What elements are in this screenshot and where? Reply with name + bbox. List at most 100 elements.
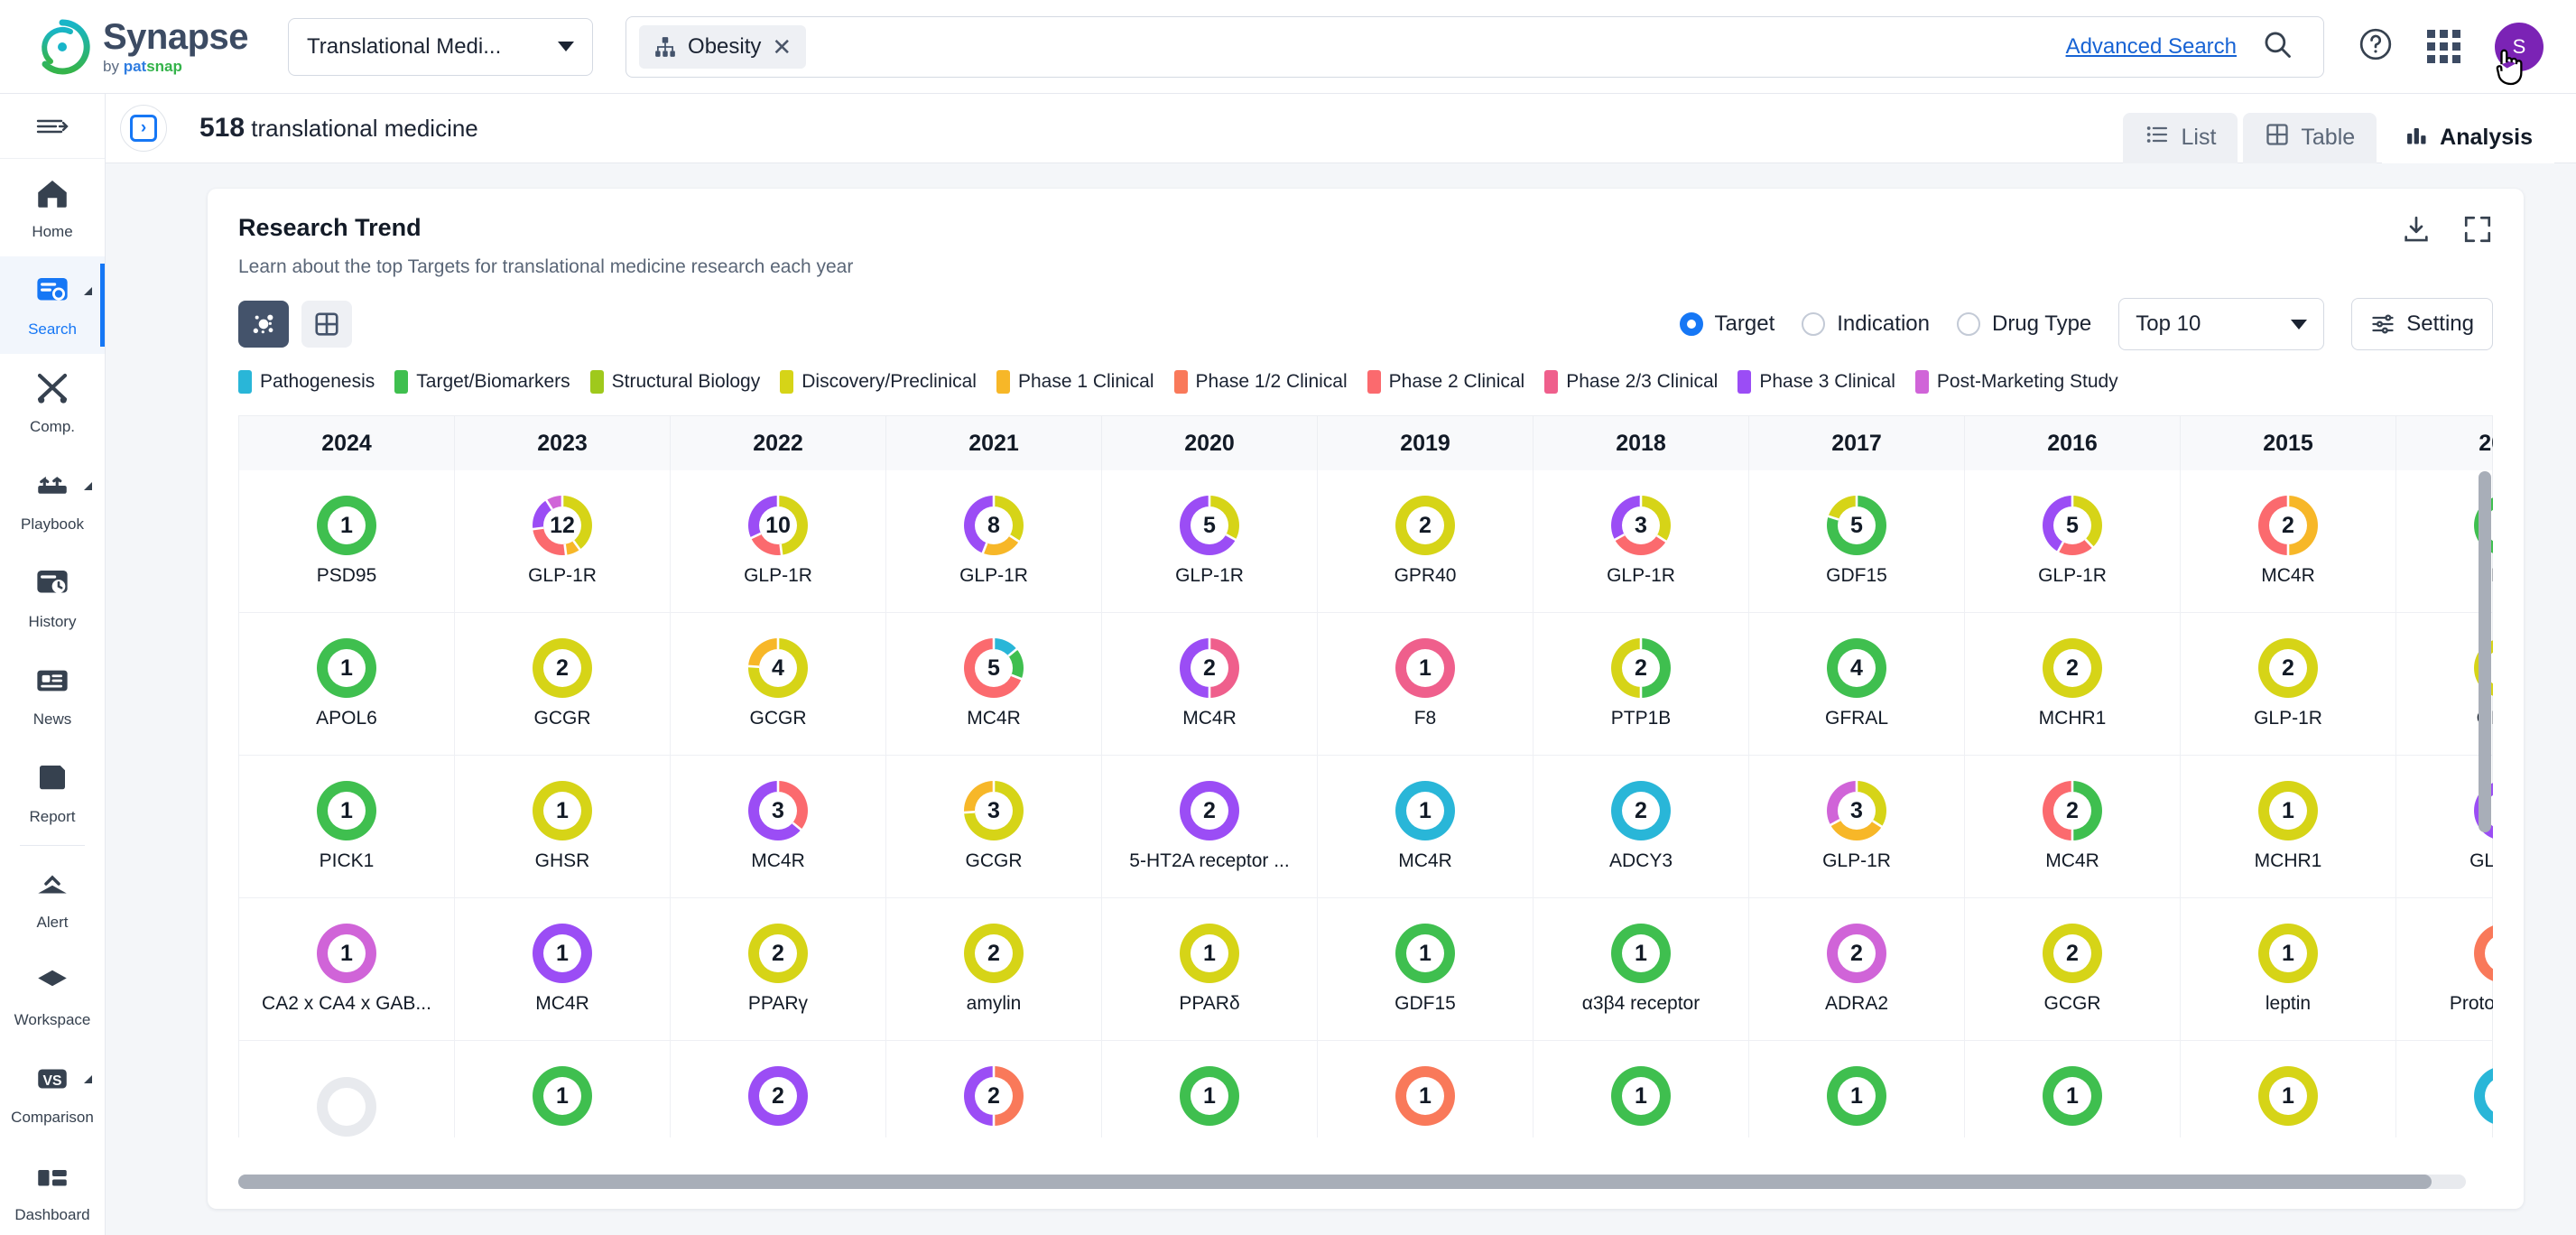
radio-indication[interactable]: Indication xyxy=(1802,311,1930,337)
apps-grid-icon[interactable] xyxy=(2427,30,2460,63)
grid-cell[interactable]: 5 MC4R xyxy=(886,613,1102,755)
legend-item-phase-3-clinical[interactable]: Phase 3 Clinical xyxy=(1737,370,1895,394)
grid-cell[interactable]: 2 amylin xyxy=(886,898,1102,1040)
legend-item-phase-2-3-clinical[interactable]: Phase 2/3 Clinical xyxy=(1544,370,1718,394)
grid-cell[interactable]: 2 OXTR xyxy=(886,1041,1102,1138)
grid-cell[interactable]: 1 APOL6 xyxy=(239,613,455,755)
tab-analysis[interactable]: Analysis xyxy=(2382,112,2554,163)
legend-item-discovery-preclinical[interactable]: Discovery/Preclinical xyxy=(780,370,977,394)
grid-cell[interactable]: 2 MC4R xyxy=(2181,470,2396,612)
radio-target[interactable]: Target xyxy=(1679,311,1774,337)
search-chip-obesity[interactable]: Obesity ✕ xyxy=(639,24,807,69)
grid-cell[interactable]: 5 GLP-1R xyxy=(1965,470,2181,612)
legend-item-target-biomarkers[interactable]: Target/Biomarkers xyxy=(394,370,570,394)
sidebar-item-comparison[interactable]: VS Comparison xyxy=(0,1045,105,1142)
legend-item-post-marketing-study[interactable]: Post-Marketing Study xyxy=(1914,370,2118,394)
grid-cell[interactable]: 2 MCHR1 xyxy=(1965,613,2181,755)
legend-item-pathogenesis[interactable]: Pathogenesis xyxy=(238,370,375,394)
tab-list[interactable]: List xyxy=(2123,112,2238,163)
grid-cell[interactable]: 1 amylase xyxy=(2396,1041,2493,1138)
grid-cell[interactable]: 2 MC4R xyxy=(1102,613,1318,755)
grid-cell[interactable]: 2 GIPR x GLP-1R xyxy=(671,1041,886,1138)
grid-cell[interactable]: 2 GCGR xyxy=(455,613,671,755)
sidebar-item-search[interactable]: Search xyxy=(0,256,105,354)
grid-cell[interactable]: 1 GDF15 xyxy=(455,1041,671,1138)
grid-cell[interactable]: 1 GHSR xyxy=(455,756,671,897)
grid-cell[interactable]: 8 GLP-1R xyxy=(886,470,1102,612)
grid-cell[interactable]: 2 ADCY3 xyxy=(1534,756,1749,897)
legend-item-structural-biology[interactable]: Structural Biology xyxy=(589,370,760,394)
grid-cell[interactable]: 1 PSD95 xyxy=(239,470,455,612)
legend-item-phase-2-clinical[interactable]: Phase 2 Clinical xyxy=(1367,370,1524,394)
grid-cell[interactable]: 2 GCGR xyxy=(1965,898,2181,1040)
sidebar-item-home[interactable]: Home xyxy=(0,159,105,256)
horizontal-scrollbar[interactable] xyxy=(238,1175,2466,1189)
grid-cell[interactable]: 1 MCHR1 xyxy=(2181,756,2396,897)
grid-cell[interactable]: 1 hepsin xyxy=(1102,1041,1318,1138)
grid-cell[interactable]: 1 TRPM8 xyxy=(1534,1041,1749,1138)
grid-view-button[interactable] xyxy=(301,301,352,348)
grid-cell[interactable]: 2 ADRA2 xyxy=(1749,898,1965,1040)
grid-cell[interactable]: 1 PICK1 xyxy=(239,756,455,897)
grid-cell[interactable]: 3 GCGR xyxy=(886,756,1102,897)
search-bar[interactable]: Obesity ✕ Advanced Search xyxy=(625,15,2325,78)
grid-cell[interactable]: 4 GFRAL xyxy=(1749,613,1965,755)
setting-button[interactable]: Setting xyxy=(2351,298,2493,350)
grid-cell[interactable]: 1 PDE4 xyxy=(1318,1041,1534,1138)
grid-cell[interactable]: 4 GCGR xyxy=(671,613,886,755)
grid-cell[interactable]: 10 GLP-1R xyxy=(671,470,886,612)
grid-cell[interactable]: 1 F8 xyxy=(1318,613,1534,755)
expand-triangle-icon[interactable] xyxy=(84,287,92,295)
tab-table[interactable]: Table xyxy=(2243,112,2377,163)
grid-cell[interactable]: 2 5-HT2A receptor ... xyxy=(1102,756,1318,897)
close-icon[interactable]: ✕ xyxy=(772,35,792,59)
sidebar-item-comp[interactable]: Comp. xyxy=(0,354,105,451)
grid-cell[interactable]: 1 PPARδ xyxy=(1102,898,1318,1040)
bubble-view-button[interactable] xyxy=(238,301,289,348)
sidebar-item-news[interactable]: News xyxy=(0,646,105,744)
grid-cell[interactable]: 2 GLP-1R xyxy=(2181,613,2396,755)
avatar[interactable]: S xyxy=(2495,22,2544,71)
grid-cell[interactable]: 5 GLP-1R xyxy=(1102,470,1318,612)
database-select[interactable]: Translational Medi... xyxy=(288,17,594,76)
sidebar-item-playbook[interactable]: Playbook xyxy=(0,451,105,549)
vertical-scrollbar[interactable] xyxy=(2479,471,2491,832)
top-n-select[interactable]: Top 10 xyxy=(2118,298,2325,350)
grid-cell[interactable]: 2 MC4R xyxy=(1965,756,2181,897)
grid-cell[interactable]: 12 GLP-1R xyxy=(455,470,671,612)
sidebar-item-history[interactable]: History xyxy=(0,549,105,646)
grid-cell[interactable]: 1 MC4R xyxy=(1318,756,1534,897)
grid-cell[interactable]: 1 VEGF xyxy=(1965,1041,2181,1138)
grid-cell[interactable]: 1 MC4R xyxy=(455,898,671,1040)
advanced-search-link[interactable]: Advanced Search xyxy=(2066,34,2237,60)
sidebar-item-alert[interactable]: Alert xyxy=(0,850,105,947)
grid-cell[interactable]: 2 PTP1B xyxy=(1534,613,1749,755)
legend-item-phase-1-2-clinical[interactable]: Phase 1/2 Clinical xyxy=(1173,370,1348,394)
grid-cell[interactable]: 3 MC4R xyxy=(671,756,886,897)
legend-item-phase-1-clinical[interactable]: Phase 1 Clinical xyxy=(996,370,1154,394)
grid-cell[interactable]: 1 Proton pump xyxy=(2396,898,2493,1040)
expand-panel-button[interactable]: › xyxy=(120,105,167,152)
grid-cell[interactable]: 3 GLP-1R xyxy=(1749,756,1965,897)
brand-logo[interactable]: Synapse by patsnap xyxy=(34,18,249,75)
sidebar-item-dashboard[interactable]: Dashboard xyxy=(0,1142,105,1235)
radio-drug-type[interactable]: Drug Type xyxy=(1956,311,2091,337)
help-icon[interactable] xyxy=(2358,27,2393,66)
expand-triangle-icon[interactable] xyxy=(84,1075,92,1083)
grid-cell[interactable]: 2 PPARγ xyxy=(671,898,886,1040)
grid-cell[interactable]: 1 5-HT2C receptor xyxy=(2181,1041,2396,1138)
download-icon[interactable] xyxy=(2401,214,2432,249)
sidebar-item-workspace[interactable]: Workspace xyxy=(0,947,105,1045)
grid-cell[interactable]: 3 GLP-1R xyxy=(1534,470,1749,612)
rail-collapse-toggle[interactable] xyxy=(0,94,105,159)
grid-cell[interactable]: 5 GDF15 xyxy=(1749,470,1965,612)
grid-cell[interactable]: 1 TASK-1 xyxy=(1749,1041,1965,1138)
grid-cell[interactable]: 1 CA2 x CA4 x GAB... xyxy=(239,898,455,1040)
sidebar-item-report[interactable]: Report xyxy=(0,744,105,841)
expand-triangle-icon[interactable] xyxy=(84,482,92,490)
fullscreen-icon[interactable] xyxy=(2462,214,2493,249)
grid-cell[interactable]: 2 GPR40 xyxy=(1318,470,1534,612)
grid-cell[interactable] xyxy=(239,1041,455,1138)
grid-cell[interactable]: 1 leptin xyxy=(2181,898,2396,1040)
grid-cell[interactable]: 1 GDF15 xyxy=(1318,898,1534,1040)
